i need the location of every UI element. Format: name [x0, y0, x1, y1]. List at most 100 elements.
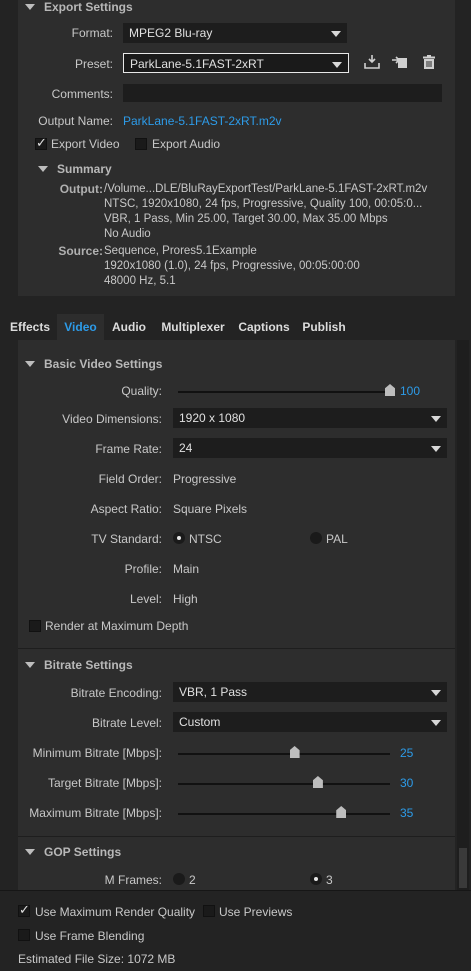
frame-rate-dropdown[interactable]: 24 — [173, 438, 447, 458]
target-bitrate-value[interactable]: 30 — [400, 776, 413, 790]
summary-source-line: Sequence, Prores5.1Example — [104, 245, 257, 257]
collapse-triangle-icon[interactable] — [25, 4, 35, 10]
gop-settings-header[interactable]: GOP Settings — [25, 845, 121, 859]
pal-radio[interactable] — [310, 532, 322, 544]
summary-header[interactable]: Summary — [38, 162, 112, 176]
quality-value[interactable]: 100 — [400, 384, 420, 398]
target-bitrate-slider-track[interactable] — [178, 783, 390, 785]
pal-label: PAL — [326, 532, 348, 546]
preset-label: Preset: — [74, 57, 113, 71]
chevron-down-icon — [332, 62, 342, 68]
min-bitrate-slider-track[interactable] — [178, 753, 390, 755]
tab-multiplexer[interactable]: Multiplexer — [155, 314, 231, 340]
collapse-triangle-icon[interactable] — [25, 361, 35, 367]
export-settings-header[interactable]: Export Settings — [25, 0, 133, 14]
tv-standard-label: TV Standard: — [91, 532, 162, 546]
frame-blending-checkbox[interactable] — [18, 929, 30, 941]
section-divider — [18, 648, 455, 649]
frame-rate-value: 24 — [179, 441, 193, 455]
frame-blending-label: Use Frame Blending — [35, 929, 145, 943]
m-frames-label: M Frames: — [104, 873, 162, 887]
format-dropdown[interactable]: MPEG2 Blu-ray — [123, 23, 347, 43]
max-bitrate-value[interactable]: 35 — [400, 806, 413, 820]
chevron-down-icon — [331, 31, 341, 37]
import-preset-icon[interactable] — [392, 55, 408, 69]
format-label: Format: — [71, 26, 113, 40]
summary-source-label: Source: — [58, 244, 103, 258]
tab-publish[interactable]: Publish — [297, 314, 351, 340]
bitrate-settings-header[interactable]: Bitrate Settings — [25, 658, 133, 672]
quality-label: Quality: — [121, 384, 162, 398]
level-label: Level: — [129, 592, 162, 606]
chevron-down-icon — [431, 416, 441, 422]
trash-icon[interactable] — [421, 55, 437, 69]
comments-input[interactable] — [123, 84, 442, 102]
preset-value: ParkLane-5.1FAST-2xRT — [130, 57, 264, 71]
bitrate-encoding-label: Bitrate Encoding: — [70, 686, 162, 700]
max-bitrate-slider-track[interactable] — [178, 813, 390, 815]
field-order-value: Progressive — [173, 472, 237, 486]
export-video-checkbox[interactable] — [35, 135, 47, 151]
m-frames-3-radio[interactable] — [310, 873, 322, 885]
format-value: MPEG2 Blu-ray — [129, 26, 213, 40]
summary-source-line: 48000 Hz, 5.1 — [104, 275, 176, 287]
basic-video-title: Basic Video Settings — [44, 357, 163, 371]
collapse-triangle-icon[interactable] — [38, 166, 48, 172]
tab-video[interactable]: Video — [57, 314, 104, 340]
frame-rate-label: Frame Rate: — [95, 442, 162, 456]
summary-output-line: NTSC, 1920x1080, 24 fps, Progressive, Qu… — [104, 198, 423, 210]
max-bitrate-label: Maximum Bitrate [Mbps]: — [29, 806, 162, 820]
quality-slider-track[interactable] — [178, 391, 390, 393]
m-frames-3-label: 3 — [326, 873, 333, 887]
summary-source-line: 1920x1080 (1.0), 24 fps, Progressive, 00… — [104, 260, 360, 272]
chevron-down-icon — [431, 690, 441, 696]
render-max-depth-checkbox[interactable] — [29, 620, 41, 632]
save-preset-icon[interactable] — [364, 55, 380, 69]
comments-label: Comments: — [51, 87, 113, 101]
video-dimensions-dropdown[interactable]: 1920 x 1080 — [173, 408, 447, 428]
export-audio-checkbox[interactable] — [135, 138, 147, 150]
bitrate-level-dropdown[interactable]: Custom — [173, 712, 447, 732]
tab-effects[interactable]: Effects — [6, 314, 54, 340]
summary-output-line: No Audio — [104, 228, 151, 240]
target-bitrate-label: Target Bitrate [Mbps]: — [47, 776, 162, 790]
m-frames-2-radio[interactable] — [173, 873, 185, 885]
render-max-depth-label: Render at Maximum Depth — [45, 619, 189, 633]
video-dimensions-label: Video Dimensions: — [62, 412, 162, 426]
output-name-label: Output Name: — [38, 114, 113, 128]
max-render-quality-checkbox[interactable] — [18, 902, 30, 918]
collapse-triangle-icon[interactable] — [25, 849, 35, 855]
basic-video-header[interactable]: Basic Video Settings — [25, 357, 162, 371]
tab-audio[interactable]: Audio — [106, 314, 152, 340]
use-previews-label: Use Previews — [219, 905, 293, 919]
bitrate-level-label: Bitrate Level: — [91, 716, 162, 730]
profile-value: Main — [173, 562, 200, 576]
output-name-link[interactable]: ParkLane-5.1FAST-2xRT.m2v — [123, 114, 282, 128]
tab-captions[interactable]: Captions — [233, 314, 295, 340]
summary-output-label: Output: — [59, 182, 103, 196]
chevron-down-icon — [431, 446, 441, 452]
summary-source-text: Sequence, Prores5.1Example 1920x1080 (1.… — [104, 244, 360, 289]
bitrate-level-value: Custom — [179, 715, 221, 729]
gop-settings-title: GOP Settings — [44, 845, 122, 859]
video-dimensions-value: 1920 x 1080 — [179, 411, 246, 425]
summary-output-text: /Volume...DLE/BluRayExportTest/ParkLane-… — [104, 182, 427, 242]
collapse-triangle-icon[interactable] — [25, 662, 35, 668]
ntsc-label: NTSC — [189, 532, 222, 546]
section-divider — [18, 836, 455, 837]
m-frames-2-label: 2 — [189, 873, 196, 887]
bitrate-encoding-dropdown[interactable]: VBR, 1 Pass — [173, 682, 447, 702]
export-video-label: Export Video — [51, 137, 120, 151]
profile-label: Profile: — [124, 562, 162, 576]
bitrate-encoding-value: VBR, 1 Pass — [179, 685, 248, 699]
min-bitrate-value[interactable]: 25 — [400, 746, 413, 760]
export-settings-title: Export Settings — [44, 0, 133, 14]
use-previews-checkbox[interactable] — [203, 905, 215, 917]
scrollbar[interactable] — [457, 340, 469, 890]
file-size-value: 1072 MB — [127, 952, 176, 966]
ntsc-radio[interactable] — [173, 532, 185, 544]
file-size-label: Estimated File Size: — [18, 952, 125, 966]
preset-dropdown[interactable]: ParkLane-5.1FAST-2xRT — [123, 53, 349, 73]
level-value: High — [173, 592, 198, 606]
scrollbar-thumb[interactable] — [459, 848, 467, 888]
